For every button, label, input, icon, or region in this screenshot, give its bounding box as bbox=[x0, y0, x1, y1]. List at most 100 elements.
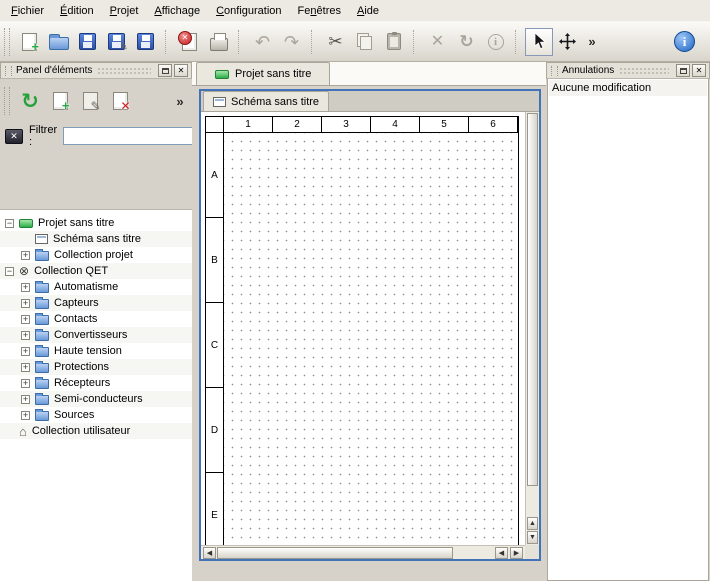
tree-item[interactable]: + Convertisseurs bbox=[0, 327, 192, 343]
paste-button[interactable] bbox=[379, 27, 408, 57]
menu-fenetres[interactable]: Fenêtres bbox=[290, 2, 349, 20]
cut-button[interactable]: ✂ bbox=[321, 27, 350, 57]
scroll-left-button[interactable]: ◀ bbox=[495, 547, 508, 559]
toolbar-separator bbox=[515, 30, 520, 54]
delete-button[interactable]: ✕ bbox=[423, 27, 452, 57]
diagram-window[interactable]: Schéma sans titre 1 2 3 4 5 6 A B C bbox=[199, 89, 541, 561]
scroll-left-button[interactable]: ◀ bbox=[203, 547, 216, 559]
new-project-button[interactable]: + bbox=[15, 27, 44, 57]
vertical-scrollbar[interactable]: ▲ ▼ bbox=[525, 112, 539, 545]
save-as-button[interactable]: ✎ bbox=[102, 27, 131, 57]
horizontal-scrollbar-thumb[interactable] bbox=[217, 547, 453, 559]
horizontal-scrollbar[interactable]: ◀ ◀ ▶ bbox=[201, 545, 525, 559]
refresh-icon: ↻ bbox=[21, 91, 39, 112]
tree-item[interactable]: + Automatisme bbox=[0, 279, 192, 295]
save-button[interactable] bbox=[73, 27, 102, 57]
reload-collections-button[interactable]: ↻ bbox=[15, 86, 45, 116]
menu-label: onfiguration bbox=[224, 5, 282, 17]
expand-expander-icon[interactable]: + bbox=[21, 251, 30, 260]
tree-item[interactable]: − ⊗ Collection QET bbox=[0, 263, 192, 279]
filter-input[interactable] bbox=[63, 127, 213, 145]
collapse-expander-icon[interactable]: − bbox=[5, 267, 14, 276]
dock-grip[interactable] bbox=[97, 67, 151, 75]
save-all-button[interactable] bbox=[131, 27, 160, 57]
rotate-button[interactable]: ↻ bbox=[452, 27, 481, 57]
info-icon: i bbox=[488, 34, 504, 50]
float-panel-button[interactable] bbox=[158, 64, 172, 77]
element-info-button[interactable]: i bbox=[481, 27, 510, 57]
expand-expander-icon[interactable]: + bbox=[21, 347, 30, 356]
tree-item[interactable]: ⌂ Collection utilisateur bbox=[0, 423, 192, 439]
tree-item-label: Schéma sans titre bbox=[53, 233, 141, 245]
collapse-expander-icon[interactable]: − bbox=[5, 219, 14, 228]
menu-fichier[interactable]: Fichier bbox=[3, 2, 52, 20]
tab-diagram[interactable]: Schéma sans titre bbox=[203, 91, 329, 111]
tree-item[interactable]: + Capteurs bbox=[0, 295, 192, 311]
tree-item[interactable]: + Semi-conducteurs bbox=[0, 391, 192, 407]
menu-configuration[interactable]: Configuration bbox=[208, 2, 289, 20]
tree-item[interactable]: + Récepteurs bbox=[0, 375, 192, 391]
menu-affichage[interactable]: Affichage bbox=[146, 2, 208, 20]
float-icon bbox=[680, 68, 687, 74]
dock-grip[interactable] bbox=[619, 67, 669, 75]
tree-item[interactable]: + Haute tension bbox=[0, 343, 192, 359]
move-tool-button[interactable] bbox=[553, 27, 582, 57]
tree-item[interactable]: + Sources bbox=[0, 407, 192, 423]
menu-edition[interactable]: Édition bbox=[52, 2, 102, 20]
close-panel-button[interactable]: ✕ bbox=[692, 64, 706, 77]
expand-expander-icon[interactable]: + bbox=[21, 395, 30, 404]
close-file-button[interactable]: ✕ bbox=[175, 27, 204, 57]
tab-project[interactable]: Projet sans titre bbox=[196, 62, 330, 85]
tree-item[interactable]: + Contacts bbox=[0, 311, 192, 327]
clear-filter-button[interactable]: ✕ bbox=[5, 129, 23, 144]
undo-panel-titlebar[interactable]: Annulations ✕ bbox=[546, 62, 710, 79]
mdi-area: Schéma sans titre 1 2 3 4 5 6 A B C bbox=[192, 86, 546, 581]
panel-overflow-button[interactable]: » bbox=[171, 86, 189, 116]
dock-grip[interactable] bbox=[5, 66, 12, 76]
dock-grip[interactable] bbox=[551, 66, 558, 76]
expand-expander-icon[interactable]: + bbox=[21, 331, 30, 340]
expand-expander-icon[interactable]: + bbox=[21, 283, 30, 292]
copy-button[interactable] bbox=[350, 27, 379, 57]
expand-expander-icon[interactable]: + bbox=[21, 315, 30, 324]
undo-history-list[interactable]: Aucune modification bbox=[547, 79, 709, 581]
delete-icon: ✕ bbox=[431, 34, 444, 50]
elements-panel-titlebar[interactable]: Panel d'éléments ✕ bbox=[0, 62, 192, 79]
delete-element-button[interactable]: ✕ bbox=[105, 86, 135, 116]
vertical-scrollbar-thumb[interactable] bbox=[527, 113, 538, 486]
print-button[interactable] bbox=[204, 27, 233, 57]
arrow-right-icon: ▶ bbox=[514, 549, 519, 557]
toolbar-drag-handle[interactable] bbox=[4, 28, 10, 56]
float-panel-button[interactable] bbox=[676, 64, 690, 77]
open-project-button[interactable] bbox=[44, 27, 73, 57]
toolbar-overflow-button[interactable]: » bbox=[582, 27, 602, 57]
menu-projet[interactable]: Projet bbox=[102, 2, 147, 20]
redo-button[interactable]: ↷ bbox=[277, 27, 306, 57]
edit-element-button[interactable]: ✎ bbox=[75, 86, 105, 116]
diagram-canvas[interactable] bbox=[224, 133, 518, 545]
tree-item[interactable]: − Projet sans titre bbox=[0, 215, 192, 231]
column-label: 4 bbox=[371, 117, 420, 133]
toolbar-drag-handle[interactable] bbox=[4, 87, 10, 115]
tree-item-label: Collection projet bbox=[54, 249, 133, 261]
scroll-up-button[interactable]: ▲ bbox=[527, 517, 538, 530]
tree-item[interactable]: Schéma sans titre bbox=[0, 231, 192, 247]
plus-icon: + bbox=[62, 99, 70, 112]
undo-button[interactable]: ↶ bbox=[248, 27, 277, 57]
arrow-down-icon: ▼ bbox=[529, 534, 536, 541]
scroll-right-button[interactable]: ▶ bbox=[510, 547, 523, 559]
expand-expander-icon[interactable]: + bbox=[21, 299, 30, 308]
scroll-down-button[interactable]: ▼ bbox=[527, 531, 538, 544]
tree-item-label: Haute tension bbox=[54, 345, 122, 357]
tree-item[interactable]: + Protections bbox=[0, 359, 192, 375]
about-button[interactable]: i bbox=[670, 27, 699, 57]
project-icon bbox=[215, 70, 229, 79]
expand-expander-icon[interactable]: + bbox=[21, 411, 30, 420]
new-element-button[interactable]: + bbox=[45, 86, 75, 116]
menu-aide[interactable]: Aide bbox=[349, 2, 387, 20]
expand-expander-icon[interactable]: + bbox=[21, 379, 30, 388]
tree-item[interactable]: + Collection projet bbox=[0, 247, 192, 263]
close-panel-button[interactable]: ✕ bbox=[174, 64, 188, 77]
expand-expander-icon[interactable]: + bbox=[21, 363, 30, 372]
select-tool-button[interactable] bbox=[525, 28, 553, 56]
